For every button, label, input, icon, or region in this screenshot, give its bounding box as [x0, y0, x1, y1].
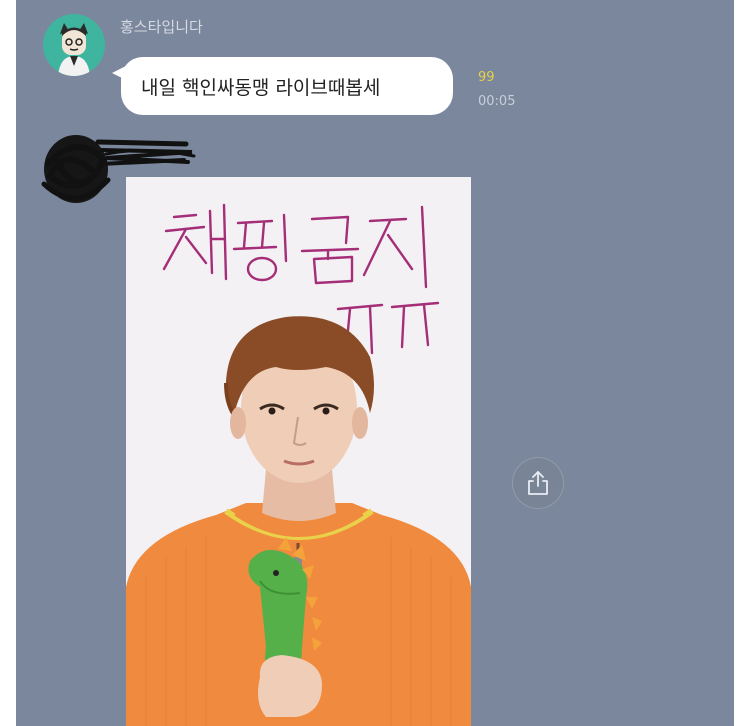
sender-avatar[interactable]	[43, 14, 105, 76]
message-bubble[interactable]: 내일 핵인싸동맹 라이브때봅세	[121, 57, 453, 115]
message-timestamp: 00:05	[478, 94, 516, 109]
sender-name: 홍스타입니다	[120, 18, 203, 36]
photo-image	[126, 177, 471, 726]
message-text: 내일 핵인싸동맹 라이브때봅세	[141, 76, 381, 99]
unread-count: 99	[478, 70, 495, 85]
share-button[interactable]	[512, 457, 564, 509]
profile-avatar-icon	[43, 14, 105, 76]
share-icon	[528, 471, 548, 495]
chat-room: 홍스타입니다 내일 핵인싸동맹 라이브때봅세 99 00:05	[16, 0, 734, 726]
photo-message[interactable]	[126, 177, 471, 726]
